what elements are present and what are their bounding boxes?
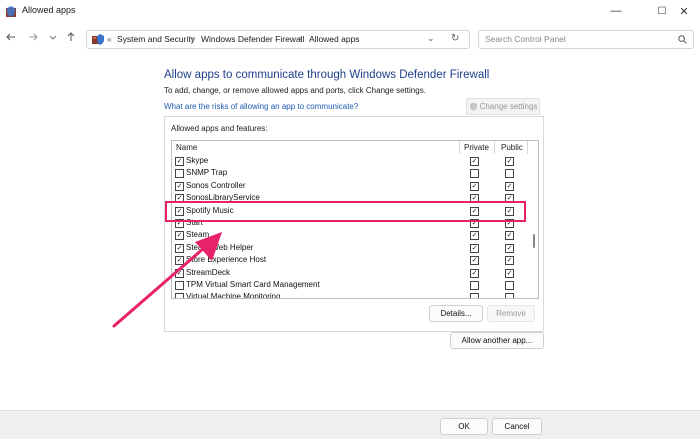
annotation-arrow (112, 232, 222, 328)
